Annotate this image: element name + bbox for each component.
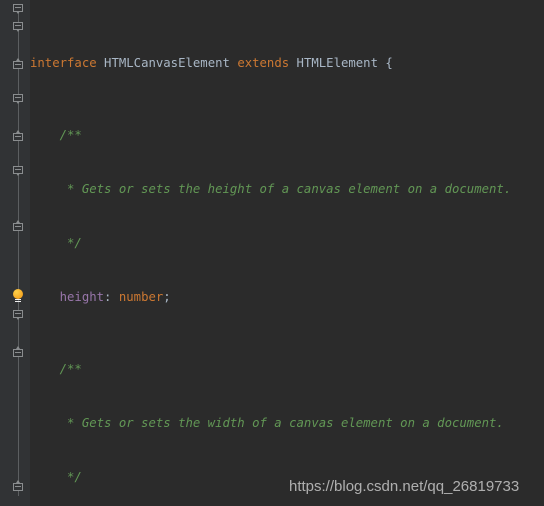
fold-marker-collapse[interactable] (13, 94, 24, 105)
intention-bulb-icon[interactable] (11, 289, 25, 305)
fold-marker-expand[interactable] (13, 346, 24, 360)
fold-marker-collapse[interactable] (13, 4, 24, 15)
fold-marker-expand[interactable] (13, 220, 24, 234)
fold-marker-expand[interactable] (13, 58, 24, 72)
fold-marker-collapse[interactable] (13, 22, 24, 33)
fold-marker-collapse[interactable] (13, 310, 24, 321)
bulb-glass (13, 289, 23, 299)
fold-marker-collapse[interactable] (13, 166, 24, 177)
fold-marker-expand[interactable] (13, 480, 24, 494)
code-line[interactable]: /** (30, 360, 544, 378)
code-line[interactable]: * Gets or sets the width of a canvas ele… (30, 414, 544, 432)
code-line[interactable]: */ (30, 468, 544, 486)
bulb-base-line (15, 299, 21, 300)
fold-marker-expand[interactable] (13, 130, 24, 144)
code-editor[interactable]: interface HTMLCanvasElement extends HTML… (0, 0, 544, 506)
bulb-base-line (15, 301, 21, 302)
code-line[interactable]: /** (30, 126, 544, 144)
code-line[interactable]: */ (30, 234, 544, 252)
editor-gutter[interactable] (0, 0, 30, 506)
fold-rail (18, 4, 19, 496)
code-content[interactable]: interface HTMLCanvasElement extends HTML… (30, 0, 544, 506)
code-line[interactable]: height: number; (30, 288, 544, 306)
code-line[interactable]: interface HTMLCanvasElement extends HTML… (30, 54, 544, 72)
code-line[interactable]: * Gets or sets the height of a canvas el… (30, 180, 544, 198)
